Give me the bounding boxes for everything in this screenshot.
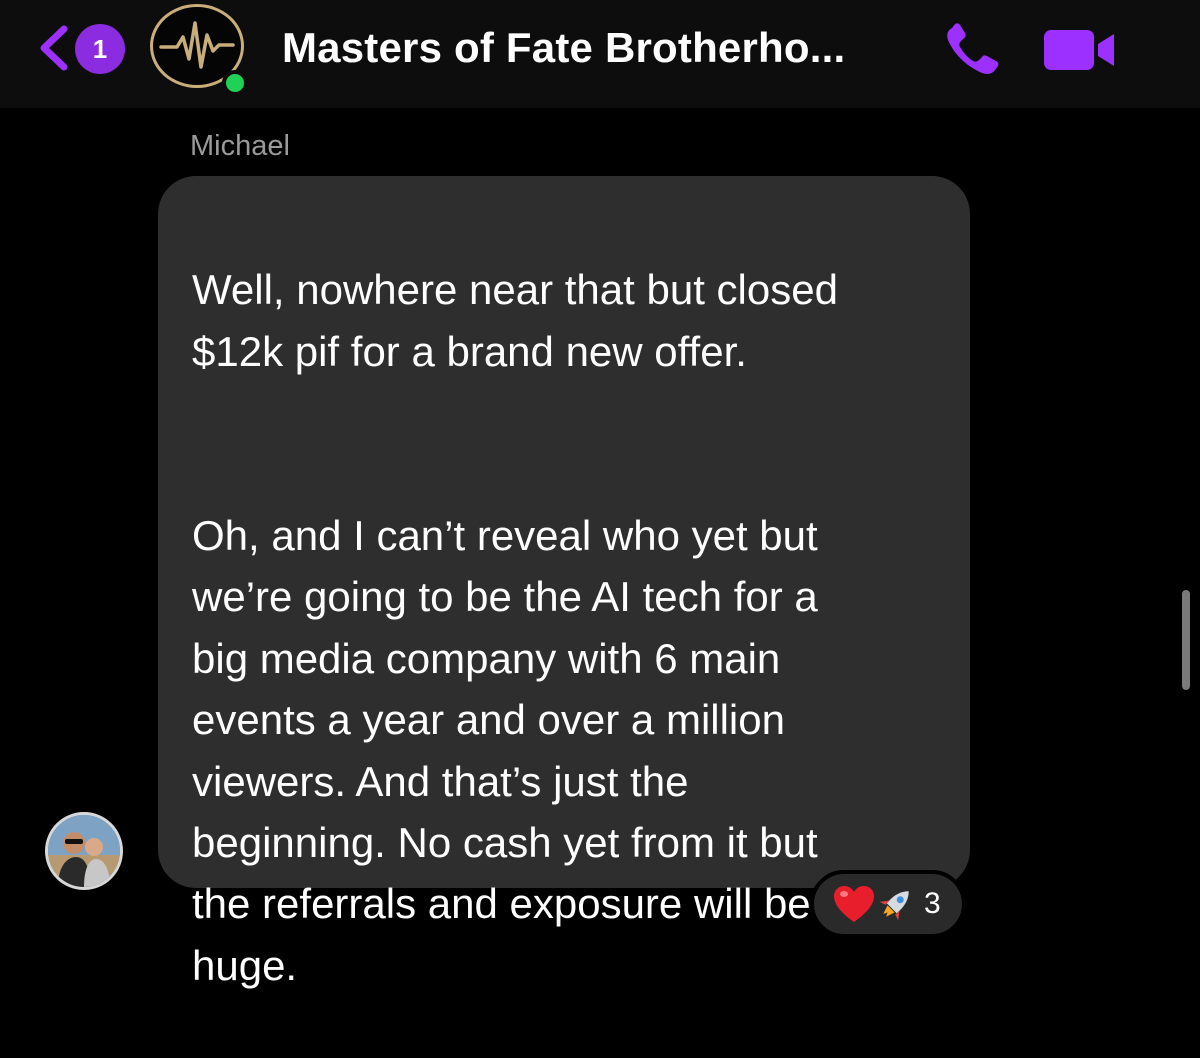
rocket-emoji-icon [879, 891, 909, 921]
scrollbar-thumb[interactable] [1182, 590, 1190, 690]
avatar-photo [48, 815, 120, 887]
message-paragraph-1: Well, nowhere near that but closed $12k … [192, 266, 838, 375]
back-button[interactable]: 1 [34, 20, 134, 76]
unread-count-badge: 1 [75, 24, 125, 74]
phone-icon [947, 23, 999, 74]
reactions-pill[interactable]: 3 [810, 870, 966, 938]
chat-header: 1 Masters of Fate Brotherho... [0, 0, 1200, 108]
video-call-button[interactable] [1042, 28, 1120, 72]
online-status-dot [222, 70, 248, 96]
chevron-left-icon [40, 25, 68, 71]
voice-call-button[interactable] [944, 20, 1006, 78]
chat-title[interactable]: Masters of Fate Brotherho... [282, 20, 845, 76]
group-avatar[interactable] [150, 4, 248, 96]
video-camera-icon [1044, 30, 1114, 70]
message-bubble[interactable]: Well, nowhere near that but closed $12k … [158, 176, 970, 989]
sender-name: Michael [190, 130, 290, 162]
heart-emoji-icon [834, 886, 874, 922]
reaction-count: 3 [924, 887, 941, 920]
sender-avatar[interactable] [45, 812, 123, 890]
